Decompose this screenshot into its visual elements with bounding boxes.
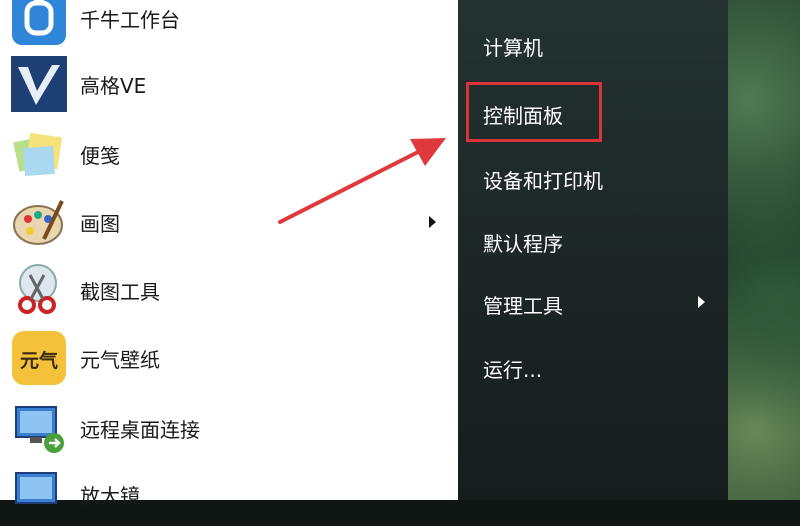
annotation-arrow-icon	[278, 138, 446, 224]
